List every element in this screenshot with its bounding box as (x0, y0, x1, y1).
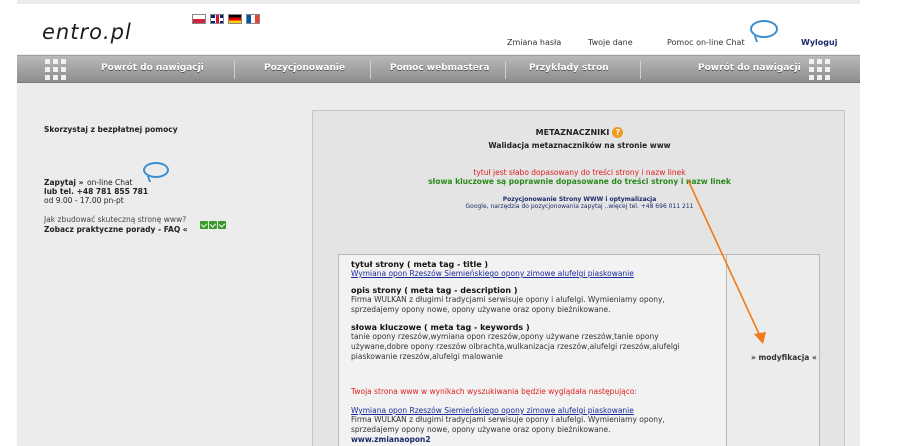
help-question-icon[interactable]: ? (612, 127, 624, 138)
checkmark-icon (200, 220, 208, 229)
phone-number: lub tel. +48 781 855 781 (44, 187, 149, 196)
search-preview-heading: Twoja strona www w wynikach wyszukiwania… (351, 387, 638, 396)
site-logo[interactable]: entro.pl (42, 20, 132, 44)
nav-site-examples[interactable]: Przykłady stron (529, 63, 609, 73)
nav-separator (370, 61, 371, 79)
chat-help-link[interactable]: Pomoc on-line Chat (667, 38, 745, 47)
metatags-box: tytuł strony ( meta tag - title ) Wymian… (338, 254, 820, 446)
navigation-bar: Powrót do nawigacji Pozycjonowanie Pomoc… (17, 55, 860, 83)
nav-separator (234, 61, 235, 79)
how-to-build-link[interactable]: Jak zbudować skuteczną stronę www? (44, 215, 186, 224)
modify-button[interactable]: » modyfikacja « (751, 353, 817, 362)
metatags-panel: METAZNACZNIKI? Walidacja metaznaczników … (312, 110, 845, 446)
flag-pl-icon[interactable] (192, 14, 206, 24)
description-line-2: sprzedajemy opony nowe, opony używane or… (351, 305, 611, 314)
language-flags (192, 14, 260, 24)
metatags-content: tytuł strony ( meta tag - title ) Wymian… (339, 255, 727, 446)
chat-bubble-icon[interactable] (143, 162, 169, 178)
description-line-1: Firma WULKAN z długimi tradycjami serwis… (351, 295, 665, 304)
nav-separator (505, 61, 506, 79)
panel-subtitle: Walidacja metaznaczników na stronie www (488, 141, 671, 150)
keywords-tag-label: słowa kluczowe ( meta tag - keywords ) (351, 323, 530, 332)
checkmark-icon (209, 220, 217, 229)
header: entro.pl Zmiana hasła Twoje dane Pomoc o… (17, 4, 860, 54)
checkmark-icon (218, 220, 226, 229)
title-tag-value[interactable]: Wymiana opon Rzeszów Siemieńskiego opony… (351, 269, 719, 279)
flag-fr-icon[interactable] (246, 14, 260, 24)
title-warning: tytuł jest słabo dopasowany do treści st… (473, 168, 686, 177)
panel-title: METAZNACZNIKI (535, 128, 610, 137)
ask-link[interactable]: Zapytaj » (44, 178, 83, 187)
faq-link[interactable]: Zobacz praktyczne porady - FAQ « (44, 225, 188, 234)
keywords-line-2: używane,dobre opony rzeszów olbrachta,wu… (351, 342, 680, 351)
nav-back-to-navigation-right[interactable]: Powrót do nawigacji (698, 63, 801, 73)
keywords-line-3: piaskowanie rzeszów,alufelgi malowanie (351, 352, 503, 361)
preview-description-line-2: sprzedajemy opony nowe, opony używane or… (351, 425, 611, 434)
online-chat-link[interactable]: on-line Chat (87, 178, 133, 187)
preview-url: www.zmianaopon2 (351, 435, 431, 444)
checkmark-icons (199, 214, 226, 233)
nav-webmaster-help[interactable]: Pomoc webmastera (390, 63, 489, 73)
grid-menu-icon-right[interactable] (809, 59, 830, 80)
opening-hours: od 9.00 - 17.00 pn-pt (44, 196, 124, 205)
preview-description-line-1: Firma WULKAN z długimi tradycjami serwis… (351, 415, 665, 424)
nav-positioning[interactable]: Pozycjonowanie (264, 63, 345, 73)
change-password-link[interactable]: Zmiana hasła (507, 38, 561, 47)
keywords-line-1: tanie opony rzeszów,wymiana opon rzeszów… (351, 332, 659, 341)
promo-title[interactable]: Pozycjonowanie Strony WWW i optymalizacj… (313, 196, 846, 203)
description-tag-label: opis strony ( meta tag - description ) (351, 286, 518, 295)
your-data-link[interactable]: Twoje dane (588, 38, 633, 47)
flag-de-icon[interactable] (228, 14, 242, 24)
nav-back-to-navigation[interactable]: Powrót do nawigacji (101, 63, 204, 73)
chat-bubble-icon[interactable] (750, 20, 778, 38)
flag-uk-icon[interactable] (210, 14, 224, 24)
nav-separator (640, 61, 641, 79)
keywords-ok-message: słowa kluczowe są poprawnie dopasowane d… (428, 177, 731, 186)
free-help-heading: Skorzystaj z bezpłatnej pomocy (44, 125, 178, 134)
grid-menu-icon[interactable] (45, 59, 66, 80)
title-tag-label: tytuł strony ( meta tag - title ) (351, 260, 489, 269)
logout-link[interactable]: Wyloguj (801, 38, 837, 47)
panel-title-row: METAZNACZNIKI? (313, 127, 846, 138)
promo-subtitle[interactable]: Google, narzędzia do pozycjonowania zapy… (313, 203, 846, 210)
